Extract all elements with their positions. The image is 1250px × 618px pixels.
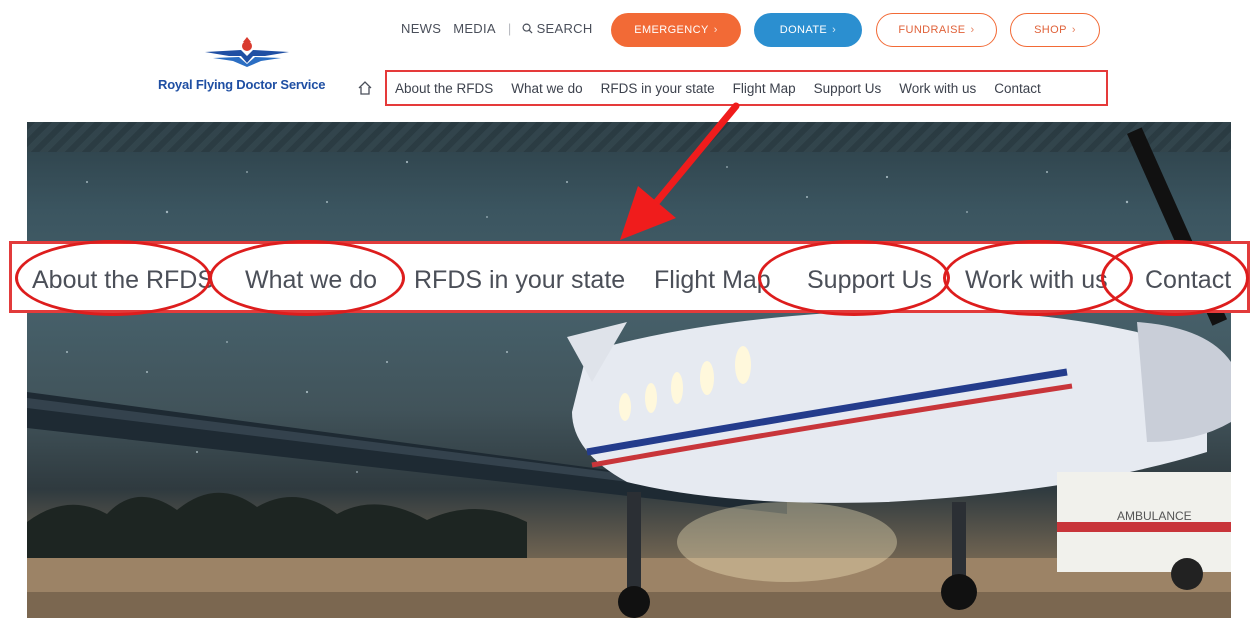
media-link[interactable]: MEDIA: [453, 21, 496, 36]
nav-item-about[interactable]: About the RFDS: [395, 81, 493, 96]
nav-item-contact[interactable]: Contact: [994, 81, 1041, 96]
emergency-button[interactable]: EMERGENCY ›: [611, 13, 741, 47]
fundraise-button[interactable]: FUNDRAISE ›: [876, 13, 997, 47]
chevron-right-icon: ›: [832, 24, 837, 36]
nav-item-state[interactable]: RFDS in your state: [601, 81, 715, 96]
search-label: SEARCH: [536, 21, 593, 36]
shop-label: SHOP: [1034, 24, 1067, 36]
brand-name: Royal Flying Doctor Service: [158, 77, 326, 92]
highlight-circle: [209, 240, 405, 316]
shop-button[interactable]: SHOP ›: [1010, 13, 1100, 47]
ambulance-label: AMBULANCE: [1117, 509, 1192, 523]
zoom-item-flight-map[interactable]: Flight Map: [654, 266, 771, 295]
rfds-logo[interactable]: Royal Flying Doctor Service: [155, 36, 340, 96]
news-link[interactable]: NEWS: [401, 21, 441, 36]
nav-item-work-with-us[interactable]: Work with us: [899, 81, 976, 96]
highlight-circle: [758, 240, 950, 316]
home-icon[interactable]: [357, 80, 373, 96]
nav-item-flight-map[interactable]: Flight Map: [733, 81, 796, 96]
highlight-circle: [1101, 240, 1249, 316]
utility-separator: |: [507, 21, 512, 36]
search-icon: [522, 23, 533, 34]
fundraise-label: FUNDRAISE: [898, 24, 966, 36]
highlight-circle: [15, 240, 211, 316]
annotation-arrow-icon: [620, 102, 740, 240]
chevron-right-icon: ›: [713, 24, 718, 36]
rfds-wings-logo-icon: [205, 37, 289, 67]
emergency-label: EMERGENCY: [634, 24, 709, 36]
utility-nav: NEWS MEDIA | SEARCH: [401, 21, 593, 36]
zoom-item-state[interactable]: RFDS in your state: [414, 266, 625, 295]
nav-item-support-us[interactable]: Support Us: [814, 81, 882, 96]
search-link[interactable]: SEARCH: [522, 21, 593, 36]
donate-label: DONATE: [779, 24, 828, 36]
chevron-right-icon: ›: [1071, 24, 1076, 36]
chevron-right-icon: ›: [970, 24, 975, 36]
donate-button[interactable]: DONATE ›: [754, 13, 862, 47]
nav-item-what-we-do[interactable]: What we do: [511, 81, 582, 96]
